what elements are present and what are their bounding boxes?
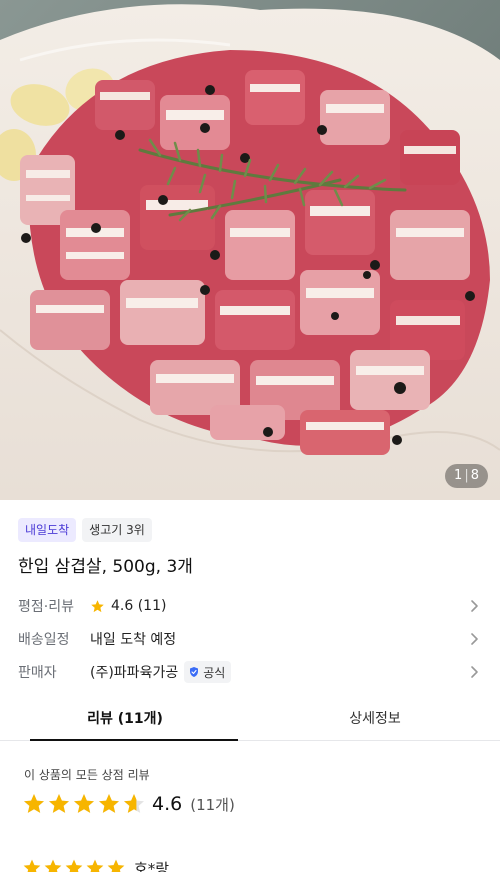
- image-page-counter: 1 | 8: [445, 464, 488, 488]
- tab-details[interactable]: 상세정보: [250, 700, 500, 740]
- star-icon: [44, 859, 62, 872]
- average-rating-stars: [22, 792, 146, 816]
- star-icon: [23, 859, 41, 872]
- star-icon: [86, 859, 104, 872]
- star-icon: [107, 859, 125, 872]
- review-rating-stars: [22, 858, 126, 872]
- star-icon: [99, 794, 119, 813]
- rating-row[interactable]: 평점·리뷰 4.6 (11): [18, 594, 482, 618]
- rating-label: 평점·리뷰: [18, 599, 74, 615]
- rating-value: 4.6 (11): [111, 598, 167, 614]
- seller-row[interactable]: 판매자 (주)파파육가공 공식: [18, 660, 482, 684]
- shipping-value: 내일 도착 예정: [90, 632, 177, 648]
- star-icon: [49, 794, 69, 813]
- star-icon: [65, 859, 83, 872]
- tab-reviews[interactable]: 리뷰 (11개): [0, 700, 250, 741]
- star-icon: [91, 599, 104, 612]
- seller-label: 판매자: [18, 665, 57, 681]
- image-counter-separator: |: [464, 468, 469, 483]
- review-count: (11개): [190, 795, 235, 814]
- star-icon: [74, 794, 94, 813]
- seller-name: (주)파파육가공: [90, 665, 179, 681]
- product-title: 한입 삼겹살, 500g, 3개: [18, 557, 193, 577]
- seller-value-group: (주)파파육가공 공식: [90, 661, 232, 683]
- product-badges: 내일도착 생고기 3위: [18, 518, 152, 542]
- rating-value-group: 4.6 (11): [90, 598, 166, 614]
- image-counter-current: 1: [454, 468, 463, 483]
- average-rating: 4.6: [152, 793, 183, 815]
- detail-tabs: 리뷰 (11개) 상세정보: [0, 700, 500, 741]
- official-label: 공식: [203, 665, 226, 680]
- shipping-label: 배송일정: [18, 632, 70, 648]
- official-badge: 공식: [184, 661, 232, 683]
- shipping-row[interactable]: 배송일정 내일 도착 예정: [18, 627, 482, 651]
- product-image[interactable]: 1 | 8: [0, 0, 500, 500]
- star-icon: [24, 794, 44, 813]
- chevron-right-icon: [471, 633, 478, 645]
- review-summary: 4.6 (11개): [22, 790, 235, 818]
- rank-badge[interactable]: 생고기 3위: [82, 518, 152, 542]
- chevron-right-icon: [471, 666, 478, 678]
- reviews-caption: 이 상품의 모든 상점 리뷰: [24, 768, 150, 782]
- pork-belly-illustration: [0, 0, 500, 500]
- delivery-badge: 내일도착: [18, 518, 77, 542]
- star-icon: [124, 794, 144, 813]
- review-author: 호*랑: [134, 859, 170, 872]
- chevron-right-icon: [471, 600, 478, 612]
- image-counter-total: 8: [470, 468, 479, 483]
- review-item[interactable]: 호*랑: [22, 856, 169, 872]
- verified-shield-icon: [190, 667, 199, 677]
